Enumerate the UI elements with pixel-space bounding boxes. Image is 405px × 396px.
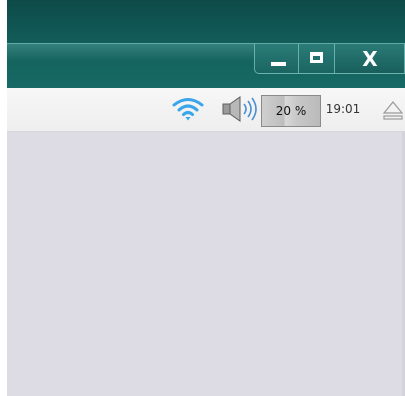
system-tray-panel: 20 % 19:01 xyxy=(7,88,405,132)
eject-icon[interactable] xyxy=(381,98,405,122)
desktop-area[interactable] xyxy=(7,132,405,396)
maximize-button[interactable] xyxy=(299,44,335,74)
battery-percentage: 20 % xyxy=(275,104,307,118)
window-controls: X xyxy=(254,44,405,74)
maximize-icon xyxy=(310,52,323,63)
battery-indicator[interactable]: 20 % xyxy=(261,95,321,127)
wifi-icon[interactable] xyxy=(172,96,204,122)
window-titlebar[interactable]: X xyxy=(7,0,405,88)
minimize-button[interactable] xyxy=(254,44,299,74)
close-icon: X xyxy=(362,47,378,71)
close-button[interactable]: X xyxy=(335,44,405,74)
clock[interactable]: 19:01 xyxy=(321,102,365,116)
volume-icon[interactable] xyxy=(220,95,262,123)
minimize-icon xyxy=(271,62,286,66)
left-edge xyxy=(0,0,7,396)
